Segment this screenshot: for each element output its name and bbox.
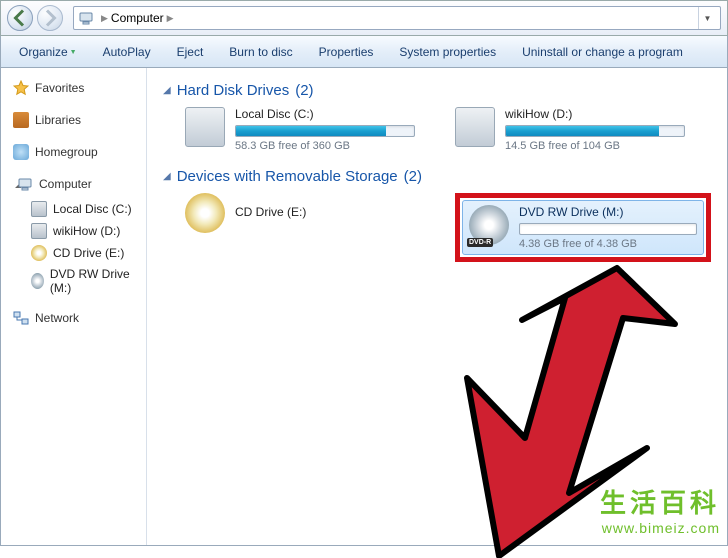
drive-free: 4.38 GB free of 4.38 GB	[519, 238, 697, 250]
drive-cd-e[interactable]: CD Drive (E:)	[185, 193, 415, 262]
sidebar: Favorites Libraries Homegroup ◢ Computer…	[1, 68, 147, 545]
capacity-bar	[235, 125, 415, 137]
system-properties-button[interactable]: System properties	[387, 41, 508, 63]
sidebar-label: Homegroup	[35, 145, 98, 159]
group-header-hdd[interactable]: ◢ Hard Disk Drives (2)	[163, 82, 711, 99]
titlebar: ▶ Computer ▶ ▼	[0, 0, 728, 36]
dvd-icon: DVD-R	[469, 205, 509, 245]
main-area: Favorites Libraries Homegroup ◢ Computer…	[0, 68, 728, 546]
sidebar-favorites[interactable]: Favorites	[1, 76, 146, 100]
computer-icon	[17, 176, 33, 192]
sidebar-item-cd-drive[interactable]: CD Drive (E:)	[1, 242, 146, 264]
breadcrumb-sep-icon: ▶	[101, 13, 108, 24]
collapse-icon[interactable]: ◢	[163, 85, 171, 96]
dvdr-badge: DVD-R	[467, 238, 493, 247]
drive-name: wikiHow (D:)	[505, 107, 685, 121]
sidebar-label: Computer	[39, 177, 92, 191]
watermark-text-cn: 生活百科	[600, 483, 720, 520]
annotation-highlight-box: DVD-R DVD RW Drive (M:) 4.38 GB free of …	[455, 193, 711, 262]
drive-icon	[31, 223, 47, 239]
hdd-icon	[185, 107, 225, 147]
sidebar-homegroup[interactable]: Homegroup	[1, 140, 146, 164]
sidebar-item-label: CD Drive (E:)	[53, 246, 124, 260]
homegroup-icon	[13, 144, 29, 160]
drive-dvd-m[interactable]: DVD-R DVD RW Drive (M:) 4.38 GB free of …	[462, 200, 704, 255]
address-dropdown-button[interactable]: ▼	[698, 7, 716, 29]
organize-button[interactable]: Organize	[7, 41, 89, 63]
breadcrumb-item[interactable]: Computer	[111, 11, 164, 25]
hdd-icon	[455, 107, 495, 147]
sidebar-label: Favorites	[35, 81, 84, 95]
address-bar[interactable]: ▶ Computer ▶ ▼	[73, 6, 721, 30]
nav-back-button[interactable]	[7, 5, 33, 31]
disc-icon	[31, 245, 47, 261]
group-label: Devices with Removable Storage	[177, 168, 398, 185]
watermark-url: www.bimeiz.com	[600, 520, 720, 536]
properties-button[interactable]: Properties	[307, 41, 386, 63]
drive-name: CD Drive (E:)	[235, 205, 415, 219]
drive-name: Local Disc (C:)	[235, 107, 415, 121]
group-header-removable[interactable]: ◢ Devices with Removable Storage (2)	[163, 168, 711, 185]
drive-free: 14.5 GB free of 104 GB	[505, 140, 685, 152]
toolbar: Organize AutoPlay Eject Burn to disc Pro…	[0, 36, 728, 68]
drive-icon	[31, 201, 47, 217]
drive-free: 58.3 GB free of 360 GB	[235, 140, 415, 152]
sidebar-computer[interactable]: ◢ Computer	[1, 172, 146, 196]
group-count: (2)	[295, 82, 313, 99]
sidebar-libraries[interactable]: Libraries	[1, 108, 146, 132]
disc-icon	[31, 273, 44, 289]
group-label: Hard Disk Drives	[177, 82, 290, 99]
breadcrumb-sep-icon: ▶	[167, 13, 174, 24]
collapse-icon[interactable]: ◢	[163, 171, 171, 182]
sidebar-label: Network	[35, 311, 79, 325]
sidebar-network[interactable]: Network	[1, 306, 146, 330]
sidebar-label: Libraries	[35, 113, 81, 127]
libraries-icon	[13, 112, 29, 128]
computer-icon	[78, 10, 94, 26]
autoplay-button[interactable]: AutoPlay	[91, 41, 163, 63]
drive-wikihow-d[interactable]: wikiHow (D:) 14.5 GB free of 104 GB	[455, 107, 685, 152]
sidebar-item-label: wikiHow (D:)	[53, 224, 120, 238]
star-icon	[13, 80, 29, 96]
group-count: (2)	[404, 168, 422, 185]
burn-button[interactable]: Burn to disc	[217, 41, 304, 63]
sidebar-item-local-disc[interactable]: Local Disc (C:)	[1, 198, 146, 220]
sidebar-item-wikihow[interactable]: wikiHow (D:)	[1, 220, 146, 242]
uninstall-button[interactable]: Uninstall or change a program	[510, 41, 695, 63]
nav-forward-button[interactable]	[37, 5, 63, 31]
capacity-bar	[519, 223, 697, 235]
sidebar-item-label: Local Disc (C:)	[53, 202, 132, 216]
sidebar-item-label: DVD RW Drive (M:)	[50, 267, 134, 295]
content-pane: ◢ Hard Disk Drives (2) Local Disc (C:) 5…	[147, 68, 727, 545]
sidebar-item-dvd-drive[interactable]: DVD RW Drive (M:)	[1, 264, 146, 298]
capacity-bar	[505, 125, 685, 137]
cd-icon	[185, 193, 225, 233]
drive-local-disc-c[interactable]: Local Disc (C:) 58.3 GB free of 360 GB	[185, 107, 415, 152]
eject-button[interactable]: Eject	[165, 41, 216, 63]
network-icon	[13, 310, 29, 326]
watermark: 生活百科 www.bimeiz.com	[600, 483, 720, 536]
drive-name: DVD RW Drive (M:)	[519, 205, 697, 219]
